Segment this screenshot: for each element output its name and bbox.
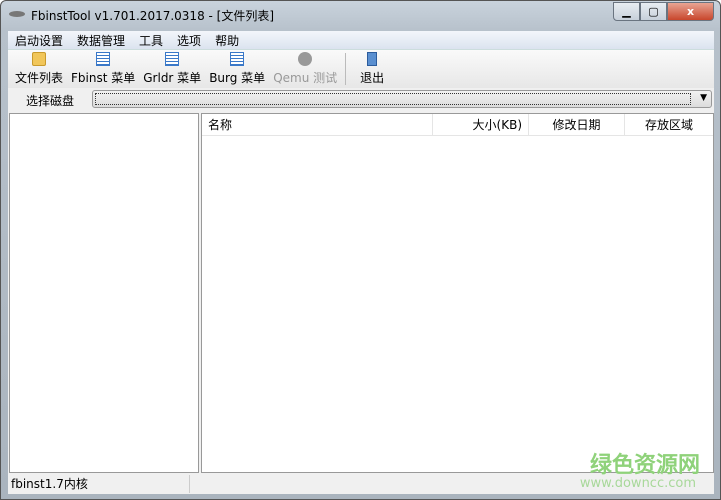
document-icon [165, 52, 180, 66]
exit-button[interactable]: 退出 [356, 52, 388, 88]
client-area: 启动设置 数据管理 工具 选项 帮助 文件列表 Fbinst 菜单 Grldr … [8, 31, 714, 494]
column-area[interactable]: 存放区域 [625, 114, 713, 136]
file-list[interactable]: 名称 大小(KB) 修改日期 存放区域 [201, 113, 714, 473]
label: 退出 [360, 71, 385, 85]
qemu-test-button[interactable]: Qemu 测试 [269, 52, 341, 88]
chevron-down-icon[interactable]: ▼ [700, 93, 707, 103]
column-size[interactable]: 大小(KB) [433, 113, 529, 136]
menu-options[interactable]: 选项 [170, 32, 208, 49]
menu-tools[interactable]: 工具 [132, 32, 170, 49]
label: Fbinst 菜单 [71, 71, 136, 85]
fbinst-menu-button[interactable]: Fbinst 菜单 [67, 52, 139, 88]
label: Qemu 测试 [273, 71, 338, 85]
disk-select-row: 选择磁盘 ▼ [8, 88, 714, 112]
grldr-menu-button[interactable]: Grldr 菜单 [139, 52, 205, 88]
folder-icon [32, 52, 46, 66]
menu-boot-settings[interactable]: 启动设置 [8, 32, 70, 49]
document-icon [230, 52, 245, 66]
label: 文件列表 [15, 71, 64, 85]
toolbar: 文件列表 Fbinst 菜单 Grldr 菜单 Burg 菜单 Qemu 测试 … [8, 50, 714, 88]
status-text: fbinst1.7内核 [8, 475, 190, 493]
disk-select[interactable]: ▼ [92, 90, 712, 108]
minimize-button[interactable]: ▁ [613, 2, 640, 21]
list-header: 名称 大小(KB) 修改日期 存放区域 [202, 113, 713, 136]
disk-label: 选择磁盘 [25, 93, 74, 108]
label: Burg 菜单 [209, 71, 266, 85]
exit-icon [367, 52, 378, 66]
app-icon [9, 11, 25, 17]
disk-value [95, 93, 691, 105]
column-name[interactable]: 名称 [202, 113, 433, 136]
menu-help[interactable]: 帮助 [208, 32, 246, 49]
menu-data-management[interactable]: 数据管理 [70, 32, 132, 49]
column-date[interactable]: 修改日期 [529, 113, 625, 136]
burg-menu-button[interactable]: Burg 菜单 [205, 52, 269, 88]
close-button[interactable]: x [667, 2, 714, 21]
file-list-button[interactable]: 文件列表 [11, 52, 67, 88]
document-icon [96, 52, 111, 66]
app-window: FbinstTool v1.701.2017.0318 - [文件列表] ▁ ▢… [0, 0, 721, 500]
window-title: FbinstTool v1.701.2017.0318 - [文件列表] [31, 9, 275, 23]
menu-bar: 启动设置 数据管理 工具 选项 帮助 [8, 31, 714, 50]
maximize-button[interactable]: ▢ [640, 2, 667, 21]
watermark-url: www.downcc.com [579, 476, 696, 491]
disc-icon [298, 52, 313, 66]
label: Grldr 菜单 [143, 71, 202, 85]
toolbar-separator [345, 53, 347, 85]
tree-pane[interactable] [9, 113, 199, 473]
